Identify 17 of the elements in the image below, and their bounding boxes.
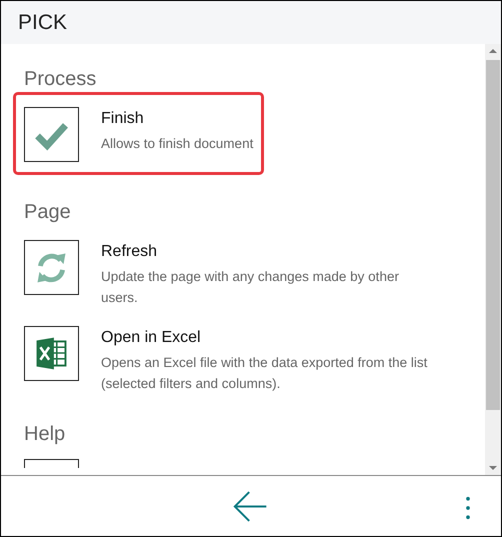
action-description: Allows to finish document: [101, 135, 254, 153]
scrollbar[interactable]: [485, 44, 501, 475]
action-item[interactable]: Open in Excel Opens an Excel file with the data exported from the list (selected filters and columns).: [13, 311, 442, 397]
action-item[interactable]: Refresh Update the page with any changes made by other users.: [13, 225, 442, 311]
scrollbar-thumb[interactable]: [486, 60, 500, 410]
panel-title: PICK: [18, 10, 68, 34]
section-heading: Process: [23, 67, 98, 92]
action-item[interactable]: Finish Allows to finish document: [13, 92, 264, 175]
action-title: Refresh: [101, 242, 158, 262]
action-description: Update the page with any changes made by other users.: [101, 268, 400, 307]
more-options-icon[interactable]: [465, 496, 471, 520]
section-heading: Page: [23, 200, 72, 225]
action-description: Opens an Excel file with the data exported from the list (selected filters and columns).: [101, 354, 428, 393]
action-title: Open in Excel: [101, 328, 202, 348]
section-heading: Help: [23, 422, 66, 447]
action-icon-tile[interactable]: [24, 459, 79, 468]
action-title: Finish: [101, 109, 145, 129]
